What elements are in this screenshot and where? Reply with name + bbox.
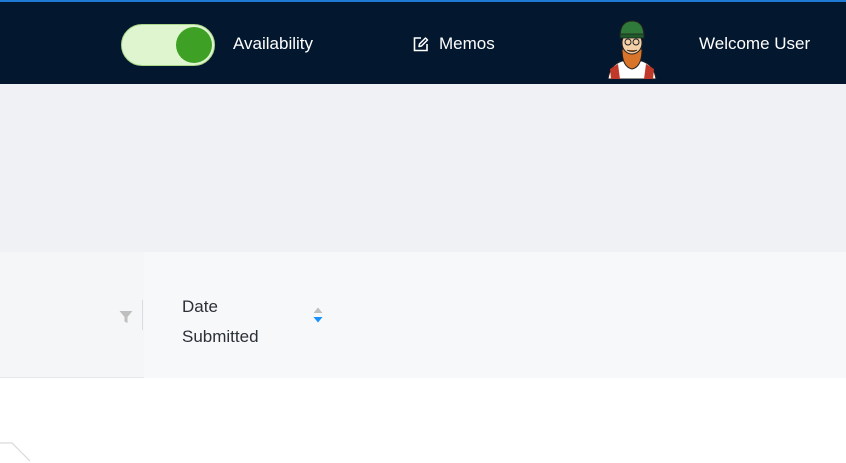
sort-icon[interactable] — [312, 306, 324, 329]
content-banner-area — [0, 84, 846, 252]
column-divider[interactable] — [142, 300, 143, 330]
memos-link[interactable]: Memos — [412, 34, 495, 54]
toggle-knob[interactable] — [176, 27, 212, 63]
user-avatar[interactable] — [604, 17, 660, 80]
availability-label: Availability — [233, 34, 314, 53]
availability-toggle[interactable] — [121, 24, 215, 66]
date-submitted-column-header[interactable]: Date Submitted — [144, 252, 846, 378]
filter-icon[interactable] — [119, 310, 133, 329]
edit-icon — [412, 36, 429, 53]
empty-state-graphic — [0, 440, 32, 463]
welcome-user-text[interactable]: Welcome User — [699, 34, 810, 54]
date-submitted-label: Date Submitted — [182, 297, 259, 346]
table-column-header — [0, 252, 144, 378]
top-navigation-bar: Availability Memos Welcome User — [0, 0, 846, 84]
table-header: Date Submitted — [0, 252, 846, 378]
memos-label: Memos — [439, 34, 495, 53]
